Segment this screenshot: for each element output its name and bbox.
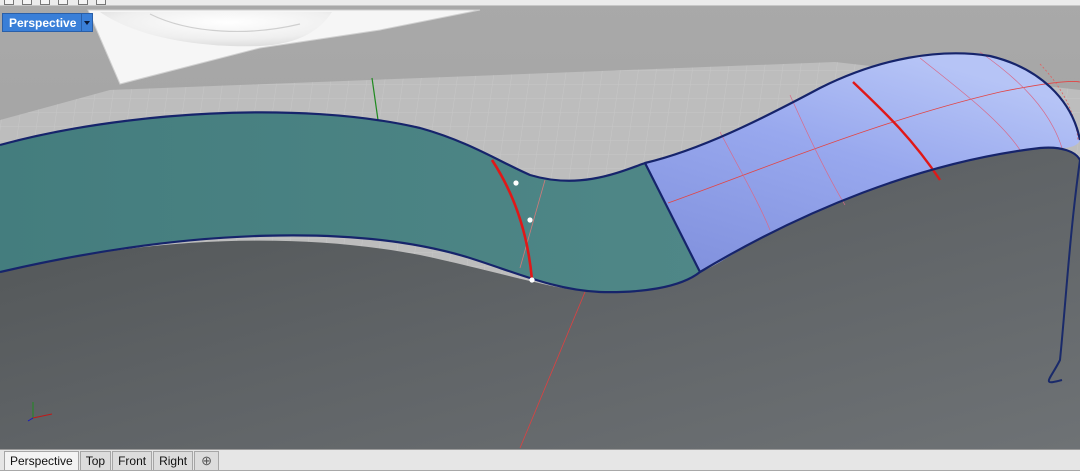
- control-point[interactable]: [513, 180, 519, 186]
- tab-right[interactable]: Right: [153, 451, 194, 470]
- toolbar-icon[interactable]: [22, 0, 32, 5]
- tab-front[interactable]: Front: [112, 451, 153, 470]
- toolbar-icon[interactable]: [4, 0, 14, 5]
- viewport-title-label[interactable]: Perspective: [2, 13, 82, 32]
- toolbar-icon[interactable]: [96, 0, 106, 5]
- tab-perspective[interactable]: Perspective: [4, 451, 79, 470]
- top-toolbar-strip: [0, 0, 1080, 6]
- viewport-canvas[interactable]: [0, 0, 1080, 449]
- control-point[interactable]: [527, 217, 533, 223]
- toolbar-icon[interactable]: [40, 0, 50, 5]
- viewport-tab-bar: Perspective Top Front Right ⊕: [0, 449, 1080, 470]
- toolbar-icon[interactable]: [58, 0, 68, 5]
- chevron-down-icon[interactable]: [81, 13, 94, 32]
- perspective-viewport[interactable]: Perspective: [0, 0, 1080, 449]
- plus-icon[interactable]: ⊕: [194, 451, 219, 470]
- control-point[interactable]: [529, 277, 535, 283]
- viewport-title: Perspective: [2, 13, 94, 32]
- tab-top[interactable]: Top: [79, 451, 112, 470]
- toolbar-icon[interactable]: [78, 0, 88, 5]
